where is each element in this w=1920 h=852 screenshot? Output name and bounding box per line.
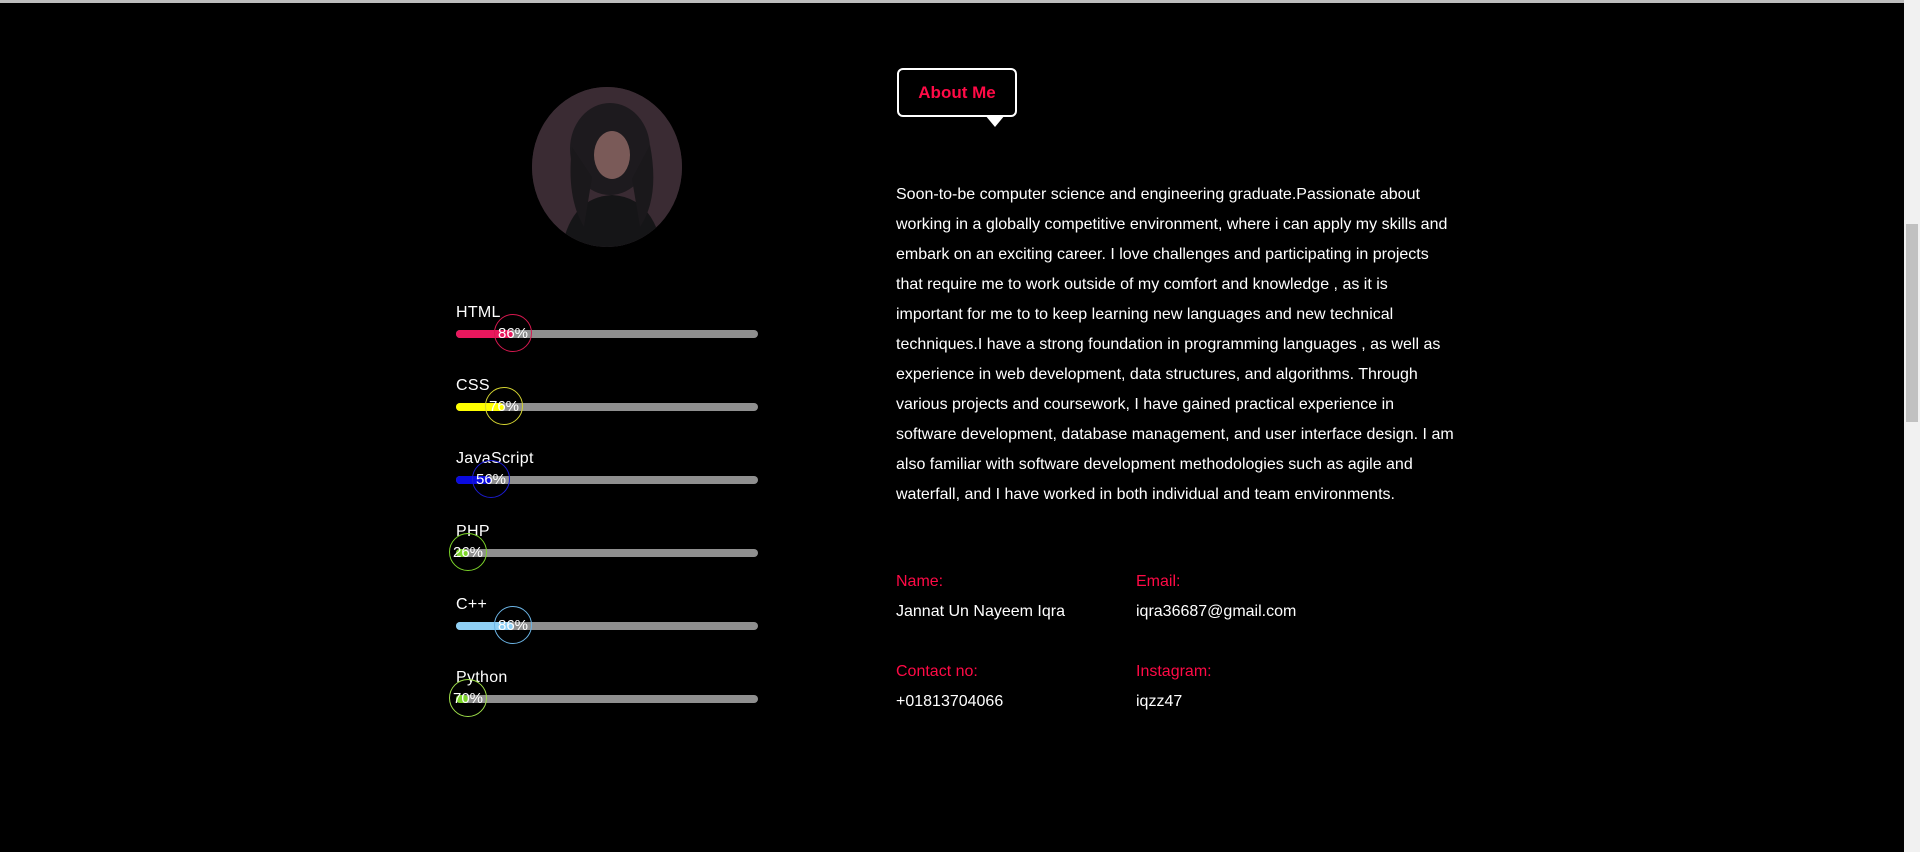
profile-avatar — [532, 87, 682, 247]
email-label: Email: — [1136, 573, 1181, 590]
skill-bar-track: 26% — [449, 533, 758, 571]
skill-python: Python 70% — [449, 669, 758, 719]
contact-value: +01813704066 — [896, 693, 1004, 710]
skill-javascript: JavaScript 56% — [456, 450, 758, 500]
page-scrollbar[interactable] — [1904, 0, 1920, 852]
scrollbar-thumb[interactable] — [1906, 224, 1918, 422]
email-value: iqra36687@gmail.com — [1136, 603, 1297, 620]
skill-percent-bubble: 86% — [494, 314, 532, 352]
portrait-image — [532, 87, 682, 247]
skill-bar-track: 70% — [449, 679, 758, 717]
skill-bar-track: 86% — [456, 314, 758, 352]
skill-html: HTML 86% — [456, 304, 758, 354]
skill-name: CSS — [456, 377, 490, 394]
about-me-title: About Me — [918, 82, 996, 102]
skill-percent-bubble: 86% — [494, 606, 532, 644]
about-paragraph: Soon-to-be computer science and engineer… — [896, 186, 1454, 503]
instagram-value: iqzz47 — [1136, 693, 1183, 710]
name-label: Name: — [896, 573, 944, 590]
skill-name: HTML — [456, 304, 501, 321]
speech-bubble-tail — [985, 115, 1005, 127]
skill-percent-bubble: 26% — [449, 533, 487, 571]
skill-php: PHP 26% — [449, 523, 758, 573]
skill-bar-track: 86% — [456, 606, 758, 644]
about-me-badge: About Me — [897, 68, 1017, 127]
contact-label: Contact no: — [896, 663, 978, 680]
skill-cpp: C++ 86% — [456, 596, 758, 646]
skill-percent-bubble: 56% — [472, 460, 510, 498]
skill-bar-track: 56% — [456, 460, 758, 498]
top-border — [0, 0, 1904, 3]
skill-css: CSS 76% — [456, 377, 758, 427]
skill-bar-track: 76% — [456, 387, 758, 425]
skill-name: C++ — [456, 596, 488, 613]
instagram-label: Instagram: — [1136, 663, 1212, 680]
skill-percent-bubble: 70% — [449, 679, 487, 717]
skill-percent-bubble: 76% — [485, 387, 523, 425]
name-value: Jannat Un Nayeem Iqra — [896, 603, 1065, 620]
